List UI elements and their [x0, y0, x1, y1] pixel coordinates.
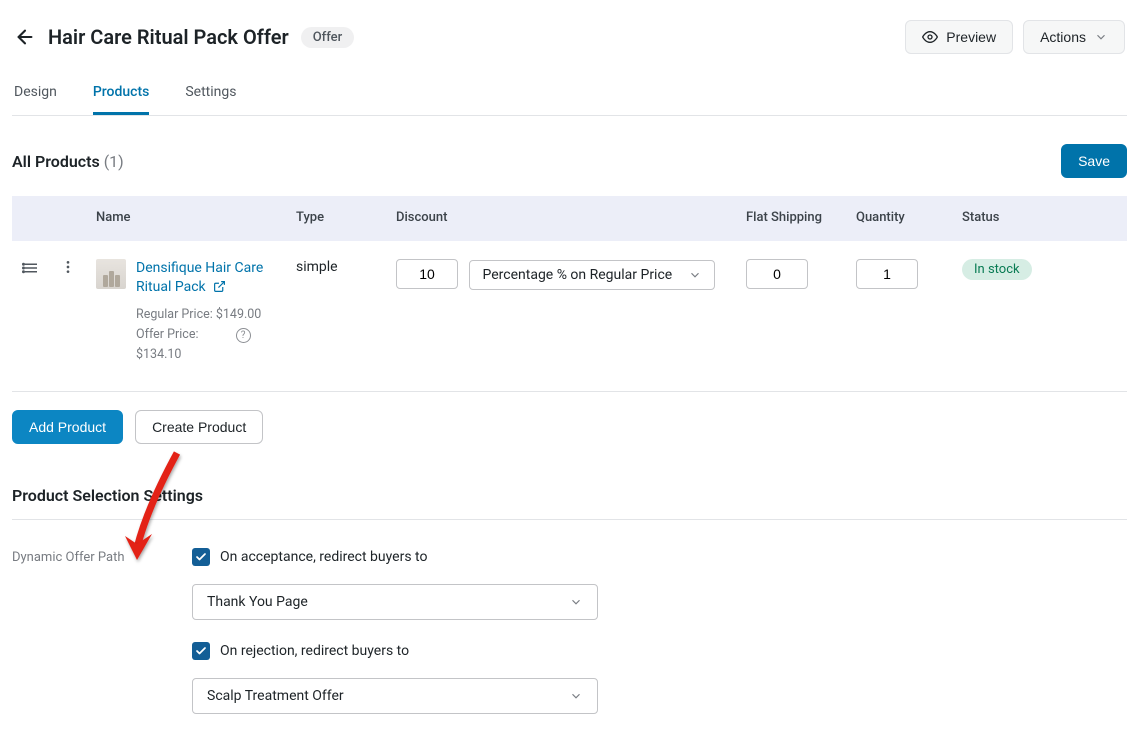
create-product-button[interactable]: Create Product	[135, 410, 263, 444]
reject-checkbox[interactable]	[192, 642, 210, 660]
offer-badge: Offer	[301, 27, 355, 48]
quantity-input[interactable]	[856, 259, 918, 289]
products-count: (1)	[104, 152, 124, 171]
actions-label: Actions	[1040, 29, 1086, 45]
product-type: simple	[286, 241, 386, 383]
flat-shipping-input[interactable]	[746, 259, 808, 289]
product-link[interactable]: Densifique Hair Care Ritual Pack	[136, 260, 263, 295]
col-flat-shipping: Flat Shipping	[736, 196, 846, 241]
discount-type-select[interactable]: Percentage % on Regular Price	[469, 260, 715, 290]
table-row: Densifique Hair Care Ritual Pack Regular…	[12, 241, 1127, 383]
chevron-down-icon	[688, 268, 702, 282]
tab-settings[interactable]: Settings	[185, 78, 236, 115]
offer-price-label: Offer Price:	[136, 327, 198, 342]
drag-handle-icon[interactable]	[22, 259, 40, 277]
col-discount: Discount	[386, 196, 736, 241]
discount-type-value: Percentage % on Regular Price	[482, 267, 672, 283]
dynamic-path-label: Dynamic Offer Path	[12, 548, 192, 736]
status-badge: In stock	[962, 259, 1032, 280]
add-product-button[interactable]: Add Product	[12, 410, 123, 444]
accept-target-select[interactable]: Thank You Page	[192, 584, 598, 620]
info-icon[interactable]: ?	[236, 328, 251, 343]
check-icon	[195, 551, 207, 563]
check-icon	[195, 645, 207, 657]
more-menu-icon[interactable]	[60, 259, 76, 275]
reject-target-select[interactable]: Scalp Treatment Offer	[192, 678, 598, 714]
accept-checkbox[interactable]	[192, 548, 210, 566]
reject-text: On rejection, redirect buyers to	[220, 643, 409, 659]
selection-settings-heading: Product Selection Settings	[12, 486, 1127, 520]
product-name: Densifique Hair Care Ritual Pack	[136, 260, 263, 295]
product-thumbnail	[96, 259, 126, 289]
external-link-icon	[213, 280, 226, 299]
col-status: Status	[952, 196, 1127, 241]
reject-target-value: Scalp Treatment Offer	[207, 688, 344, 704]
products-heading-text: All Products	[12, 152, 100, 171]
actions-button[interactable]: Actions	[1023, 20, 1125, 54]
offer-price-value: $134.10	[136, 347, 181, 362]
col-name: Name	[86, 196, 286, 241]
col-quantity: Quantity	[846, 196, 952, 241]
save-button[interactable]: Save	[1061, 144, 1127, 178]
preview-button[interactable]: Preview	[905, 20, 1013, 54]
tab-products[interactable]: Products	[93, 78, 150, 115]
preview-label: Preview	[946, 29, 996, 45]
page-title: Hair Care Ritual Pack Offer	[48, 25, 289, 49]
chevron-down-icon	[1094, 30, 1108, 44]
back-arrow-icon[interactable]	[14, 26, 36, 48]
accept-target-value: Thank You Page	[207, 594, 308, 610]
tab-design[interactable]: Design	[14, 78, 57, 115]
eye-icon	[922, 29, 938, 45]
accept-text: On acceptance, redirect buyers to	[220, 549, 427, 565]
col-type: Type	[286, 196, 386, 241]
chevron-down-icon	[569, 595, 583, 609]
all-products-heading: All Products (1)	[12, 152, 124, 171]
regular-price: Regular Price: $149.00	[136, 307, 261, 322]
chevron-down-icon	[569, 689, 583, 703]
discount-input[interactable]	[396, 259, 458, 289]
